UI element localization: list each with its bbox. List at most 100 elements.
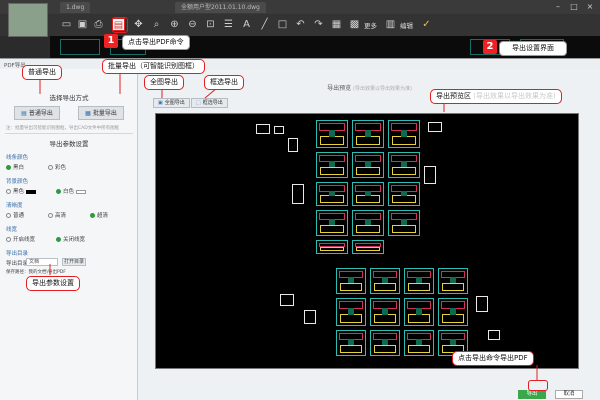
minimize-icon[interactable]: – (552, 2, 564, 12)
rect-icon[interactable]: □ (276, 18, 289, 31)
tab-current-file[interactable]: 全额用户型2011.01.10.dwg (175, 2, 266, 13)
radio-mono[interactable]: 黑白 (6, 163, 24, 171)
radio-bg-white-dot[interactable] (56, 189, 61, 194)
plan-cell (316, 240, 348, 254)
check-icon[interactable]: ✓ (420, 18, 433, 31)
cancel-button[interactable]: 取消 (555, 390, 583, 399)
undo-icon[interactable]: ↶ (294, 18, 307, 31)
radio-color-label: 彩色 (55, 165, 67, 171)
edit-label[interactable]: 编辑 (400, 20, 413, 30)
plan-cell (352, 182, 384, 206)
whole-export-label: 全图导出 (164, 100, 185, 106)
plan-cell (404, 330, 434, 356)
tab-left[interactable]: 1.dwg (60, 2, 91, 13)
plan-cell (336, 330, 366, 356)
step-2-badge: 2 (483, 40, 497, 54)
radio-uhd-dot[interactable] (90, 213, 95, 218)
radio-hd-label: 高清 (55, 213, 67, 219)
plan-cell (370, 330, 400, 356)
more-icon[interactable]: ▩ (348, 18, 361, 31)
more-label[interactable]: 更多 (364, 20, 377, 30)
white-swatch (76, 189, 87, 194)
open-icon[interactable]: ▭ (60, 18, 73, 31)
drawing-symbol (288, 138, 298, 152)
export-button[interactable]: 导出 (518, 390, 546, 399)
drawing-symbol (256, 124, 270, 134)
save-icon[interactable]: ▣ (76, 18, 89, 31)
radio-lw-on[interactable]: 开启线宽 (6, 235, 35, 243)
drawing-symbol (424, 166, 436, 184)
print-icon[interactable]: ⎙ (92, 18, 105, 31)
radio-uhd[interactable]: 超清 (90, 211, 108, 219)
export-button-highlight (528, 380, 548, 391)
text-icon[interactable]: A (240, 18, 253, 31)
batch-export-label: 批量导出 (92, 110, 117, 117)
maximize-icon[interactable]: □ (568, 2, 580, 12)
open-folder-button[interactable]: 打开目录 (62, 258, 86, 266)
close-icon[interactable]: × (584, 2, 596, 12)
zoom-out-icon[interactable]: ⊖ (186, 18, 199, 31)
plan-cell (404, 268, 434, 294)
step-2-callout: 导出设置界面 (499, 41, 567, 56)
drawing-symbol (274, 126, 284, 134)
plan-cell (370, 268, 400, 294)
radio-mono-label: 黑白 (13, 165, 25, 171)
radio-bg-white[interactable]: 白色 (56, 187, 87, 195)
preview-subtitle: (导出效果以导出效果为准) (353, 86, 412, 92)
zoom-in-icon[interactable]: ⊕ (168, 18, 181, 31)
pan-icon[interactable]: ✥ (132, 18, 145, 31)
radio-bg-black[interactable]: 黑色 (6, 187, 37, 195)
drawing-symbol (280, 294, 294, 306)
batch-export-icon: ▦ (85, 110, 91, 117)
normal-export-button[interactable]: ▤ 普通导出 (14, 106, 60, 120)
plan-cell (388, 152, 420, 178)
normal-export-label: 普通导出 (28, 110, 53, 117)
radio-lw-on-dot[interactable] (6, 237, 11, 242)
drawing-symbol (476, 296, 488, 312)
radio-normal[interactable]: 普通 (6, 211, 24, 219)
radio-hd[interactable]: 高清 (48, 211, 66, 219)
layer-icon[interactable]: ☰ (222, 18, 235, 31)
region-export-button[interactable]: ⬚ 框选导出 (191, 98, 228, 108)
batch-export-callout: 批量导出（可智能识别图框） (102, 59, 205, 74)
radio-bg-white-label: 白色 (63, 189, 75, 195)
pdf-command-highlight (112, 17, 128, 33)
plan-cell (438, 298, 468, 326)
radio-bg-black-dot[interactable] (6, 189, 11, 194)
redo-icon[interactable]: ↷ (312, 18, 325, 31)
output-dir-select[interactable]: 文档 (26, 258, 58, 266)
radio-normal-dot[interactable] (6, 213, 11, 218)
batch-export-button[interactable]: ▦ 批量导出 (78, 106, 124, 120)
plan-cell (316, 120, 348, 148)
plan-cell (388, 120, 420, 148)
line-color-label: 线条颜色 (6, 155, 29, 161)
edit-icon[interactable]: ▥ (384, 18, 397, 31)
zoom-icon[interactable]: ⌕ (150, 18, 163, 31)
radio-normal-label: 普通 (13, 213, 25, 219)
main-toolbar: ▭ ▣ ⎙ ▤ ✥ ⌕ ⊕ ⊖ ⊡ ☰ A ╱ □ ↶ ↷ ▦ ▩ 更多 ▥ 编… (0, 14, 600, 36)
radio-lw-off[interactable]: 关闭线宽 (56, 235, 85, 243)
line-icon[interactable]: ╱ (258, 18, 271, 31)
plan-cell (316, 210, 348, 236)
drawing-symbol (428, 122, 442, 132)
plan-cell (352, 120, 384, 148)
radio-hd-dot[interactable] (48, 213, 53, 218)
measure-icon[interactable]: ⊡ (204, 18, 217, 31)
clarity-label: 清晰度 (6, 203, 23, 209)
radio-mono-dot[interactable] (6, 165, 11, 170)
output-dir-label: 导出目录 (6, 261, 29, 267)
preview-panel: 导出预览 (导出效果以导出效果为准) ▣ 全图导出 ⬚ 框选导出 导出 取消 (139, 69, 600, 400)
preview-canvas[interactable] (155, 113, 579, 369)
grid-icon[interactable]: ▦ (330, 18, 343, 31)
radio-color[interactable]: 彩色 (48, 163, 66, 171)
black-swatch (26, 189, 37, 194)
plan-cell (316, 182, 348, 206)
radio-color-dot[interactable] (48, 165, 53, 170)
whole-export-button[interactable]: ▣ 全图导出 (153, 98, 190, 108)
title-bar: 1.dwg 全额用户型2011.01.10.dwg – □ × (0, 0, 600, 14)
normal-export-callout: 普通导出 (22, 65, 62, 80)
normal-export-icon: ▤ (21, 110, 27, 117)
radio-lw-off-dot[interactable] (56, 237, 61, 242)
click-export-callout: 点击导出命令导出PDF (452, 351, 534, 366)
preview-callout-note: (导出效果以导出效果为准) (473, 92, 556, 100)
